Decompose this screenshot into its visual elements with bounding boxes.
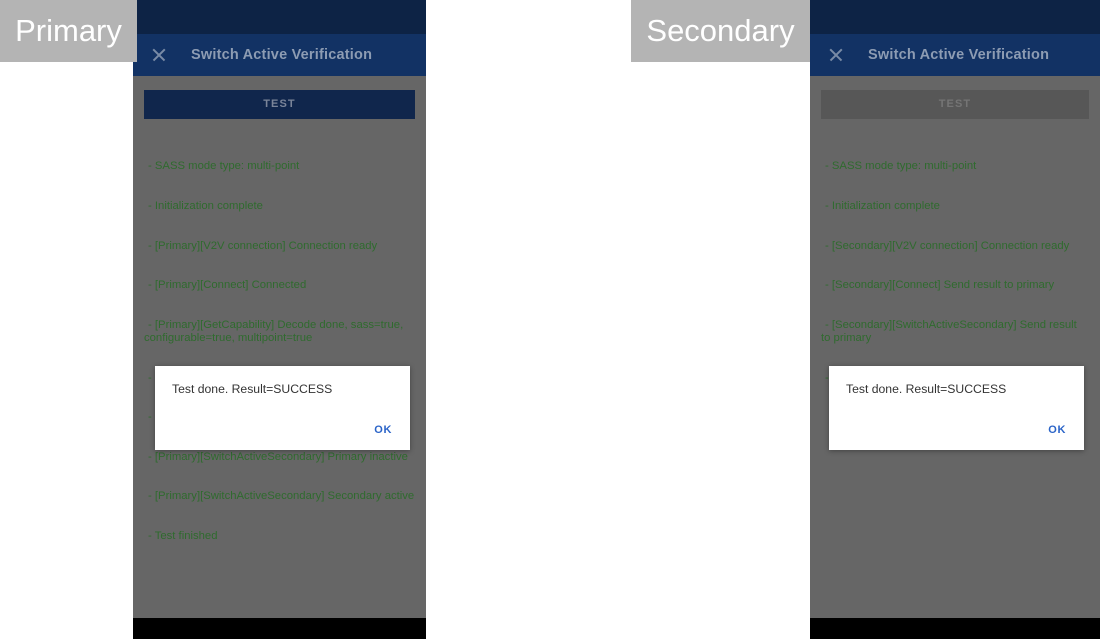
dialog-ok-button[interactable]: OK <box>1042 420 1072 440</box>
caption-primary-device: Primary <box>0 0 137 62</box>
screen-content-primary: TEST - SASS mode type: multi-point - Ini… <box>133 76 426 605</box>
test-button[interactable]: TEST <box>144 90 415 119</box>
app-bar-secondary: Switch Active Verification <box>810 34 1100 76</box>
close-icon[interactable] <box>828 47 844 63</box>
log-line: - SASS mode type: multi-point <box>825 160 977 173</box>
phone-screen-secondary: Switch Active Verification TEST - SASS m… <box>810 0 1100 639</box>
log-line: - [Primary][GetCapability] Decode done, … <box>144 318 407 345</box>
result-dialog: Test done. Result=SUCCESS OK <box>829 366 1084 450</box>
log-line: - [Primary][SwitchActiveSecondary] Prima… <box>148 450 408 463</box>
log-line: - SASS mode type: multi-point <box>148 160 300 173</box>
app-bar-title: Switch Active Verification <box>868 47 1050 63</box>
log-line: - [Primary][SwitchActiveSecondary] Secon… <box>148 490 415 503</box>
result-dialog: Test done. Result=SUCCESS OK <box>155 366 410 450</box>
system-nav-bar <box>810 618 1100 639</box>
dialog-ok-button[interactable]: OK <box>368 420 398 440</box>
dialog-message: Test done. Result=SUCCESS <box>172 382 333 396</box>
screen-content-secondary: TEST - SASS mode type: multi-point - Ini… <box>810 76 1100 605</box>
app-bar-title: Switch Active Verification <box>191 47 373 63</box>
app-bar-primary: Switch Active Verification <box>133 34 426 76</box>
log-line: - [Primary][Connect] Connected <box>148 279 307 292</box>
caption-secondary-device: Secondary <box>631 0 810 62</box>
log-output-primary: - SASS mode type: multi-point - Initiali… <box>144 134 415 570</box>
close-icon[interactable] <box>151 47 167 63</box>
test-button[interactable]: TEST <box>821 90 1089 119</box>
log-line: - Initialization complete <box>825 200 940 213</box>
phone-screen-primary: Switch Active Verification TEST - SASS m… <box>133 0 426 639</box>
dialog-message: Test done. Result=SUCCESS <box>846 382 1007 396</box>
log-line: - [Secondary][V2V connection] Connection… <box>825 239 1070 252</box>
log-line: - [Secondary][Connect] Send result to pr… <box>825 279 1055 292</box>
log-line: - [Secondary][SwitchActiveSecondary] Sen… <box>821 318 1080 345</box>
status-bar-secondary <box>810 0 1100 34</box>
dialog-actions: OK <box>1042 420 1072 440</box>
log-line: - [Primary][V2V connection] Connection r… <box>148 239 378 252</box>
dialog-actions: OK <box>368 420 398 440</box>
log-line: - Initialization complete <box>148 200 263 213</box>
log-line: - Test finished <box>148 530 218 543</box>
system-nav-bar <box>133 618 426 639</box>
status-bar-primary <box>133 0 426 34</box>
